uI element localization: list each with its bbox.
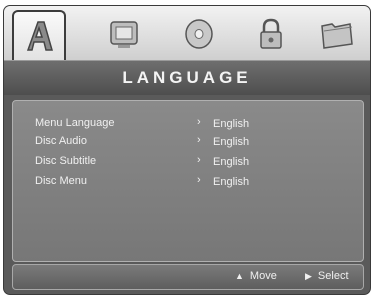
move-hint: ▲︎ Move [235, 270, 277, 282]
setting-label: Menu Language [35, 117, 115, 129]
chevron-right-icon: › [197, 174, 201, 186]
setting-label: Disc Audio [35, 135, 87, 147]
setting-value: English [213, 176, 250, 188]
setting-label: Disc Menu [35, 175, 87, 187]
select-hint: ▶︎ Select [305, 270, 349, 282]
tab-disc[interactable] [174, 12, 224, 56]
tab-parental-lock[interactable] [246, 12, 296, 56]
display-icon [110, 21, 138, 48]
menu-title-bar: LANGUAGE [4, 60, 370, 95]
play-arrow-icon: ▶︎ [305, 270, 312, 281]
move-label: Move [249, 270, 277, 282]
page-title: LANGUAGE [122, 68, 252, 87]
setting-label: Disc Subtitle [35, 155, 97, 167]
up-down-arrow-icon: ▲︎ [235, 271, 244, 281]
tab-display[interactable] [99, 12, 149, 56]
setting-row-disc-menu[interactable]: Disc Menu › English [35, 173, 355, 191]
osd-menu-frame: LANGUAGE Menu Language › English Disc Au… [4, 6, 370, 294]
navigation-hint-bar: ▲︎ Move ▶︎ Select [12, 264, 364, 290]
setting-value: English [213, 118, 250, 130]
folder-icon [321, 23, 353, 49]
chevron-right-icon: › [197, 134, 201, 146]
chevron-right-icon: › [197, 154, 201, 166]
language-icon [26, 21, 53, 51]
chevron-right-icon: › [197, 116, 201, 128]
tab-language[interactable] [12, 10, 66, 60]
setting-value: English [213, 156, 250, 168]
category-tab-bar [4, 6, 370, 60]
setting-value: English [213, 136, 250, 148]
settings-panel: Menu Language › English Disc Audio › Eng… [12, 100, 364, 262]
disc-icon [185, 19, 213, 49]
setting-row-menu-language[interactable]: Menu Language › English [35, 115, 355, 133]
select-label: Select [317, 270, 349, 282]
setting-row-disc-audio[interactable]: Disc Audio › English [35, 133, 355, 151]
tab-folder[interactable] [312, 12, 362, 56]
lock-icon [260, 18, 282, 49]
setting-row-disc-subtitle[interactable]: Disc Subtitle › English [35, 153, 355, 171]
